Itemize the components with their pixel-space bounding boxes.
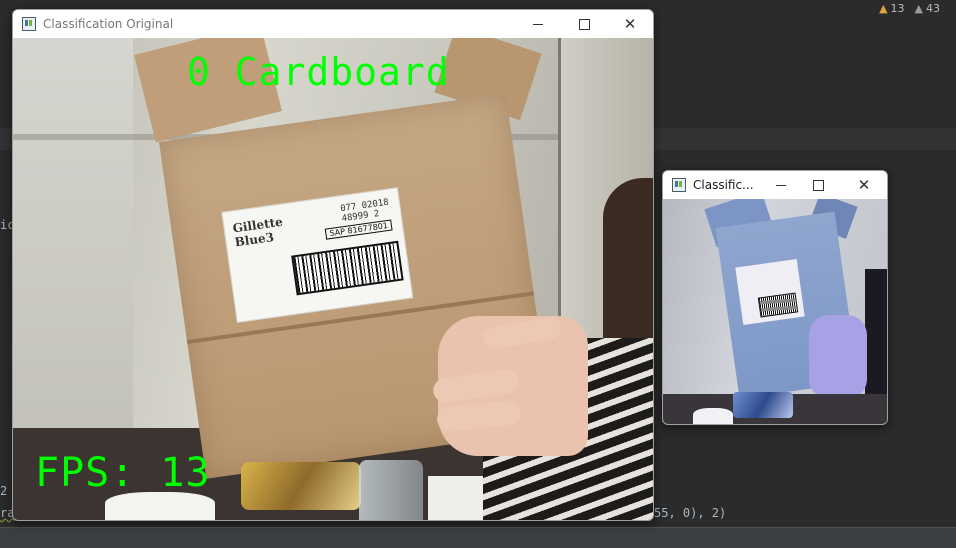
maximize-icon	[578, 18, 590, 30]
camera-view-secondary	[663, 199, 887, 424]
weak-warnings-count: 43	[926, 2, 940, 15]
warning-icon: ▲	[879, 2, 888, 15]
snack-bag	[241, 462, 361, 510]
app-icon	[672, 178, 686, 192]
window-blind	[13, 38, 133, 448]
hand	[809, 315, 867, 399]
window-titlebar[interactable]: Classification Original ✕	[13, 10, 653, 38]
fps-counter: FPS: 13	[35, 450, 211, 496]
weak-warning-icon: ▲	[914, 2, 923, 15]
window-title: Classification Original	[43, 17, 174, 31]
barcode	[291, 240, 404, 296]
weak-warnings-counter[interactable]: ▲ 43	[915, 2, 940, 15]
ide-bottom-bar	[0, 527, 956, 548]
minimize-button[interactable]	[515, 10, 561, 38]
close-icon: ✕	[623, 14, 637, 33]
app-icon	[22, 17, 36, 31]
snack-bag	[733, 392, 793, 418]
minimize-icon	[776, 184, 786, 186]
small-box	[428, 476, 483, 520]
close-button[interactable]: ✕	[607, 10, 653, 38]
label-brand-logo: Gillette Blue3	[231, 214, 284, 250]
close-button[interactable]: ✕	[841, 171, 887, 199]
window-titlebar[interactable]: Classific... ✕	[663, 171, 887, 199]
code-fragment: 55, 0), 2)	[654, 506, 727, 520]
minimize-icon	[533, 23, 543, 25]
mug	[105, 492, 215, 520]
classification-label: 0 Cardboard	[187, 50, 450, 94]
maximize-button[interactable]	[795, 171, 841, 199]
ide-inspection-status[interactable]: ▲ 13 ▲ 43	[879, 2, 940, 15]
maximize-button[interactable]	[561, 10, 607, 38]
warnings-counter[interactable]: ▲ 13	[879, 2, 904, 15]
classification-secondary-window[interactable]: Classific... ✕	[662, 170, 888, 425]
label-sap: SAP 81677801	[324, 219, 393, 240]
code-fragment: 2	[0, 484, 8, 498]
classification-original-window[interactable]: Classification Original ✕ Gillette Blue3 …	[12, 9, 654, 521]
minimize-button[interactable]	[767, 171, 795, 199]
mug	[693, 408, 733, 424]
close-icon: ✕	[857, 175, 871, 194]
window-title: Classific...	[693, 178, 754, 192]
shipping-label: Gillette Blue3 077 02018 48999 2 SAP 81677…	[221, 187, 414, 323]
bottle	[359, 460, 423, 520]
warnings-count: 13	[890, 2, 905, 15]
camera-view: Gillette Blue3 077 02018 48999 2 SAP 81677…	[13, 38, 653, 520]
maximize-icon	[812, 179, 824, 191]
